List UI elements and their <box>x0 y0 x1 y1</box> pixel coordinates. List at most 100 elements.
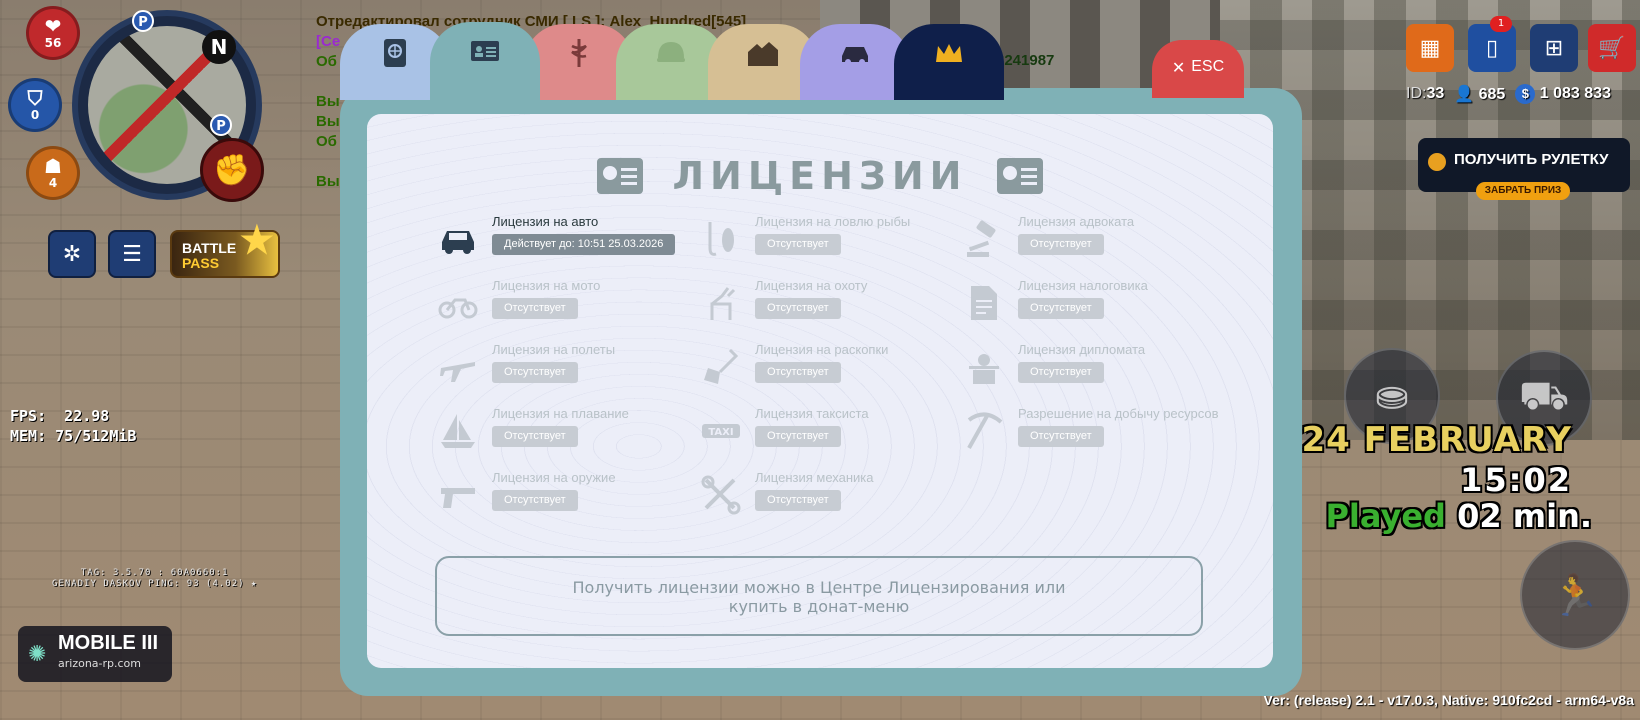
parking-marker-icon: P <box>132 10 154 32</box>
page-title: ЛИЦЕНЗИИ <box>672 154 968 198</box>
license-name: Лицензия на оружие <box>492 470 616 485</box>
parking-marker-icon: P <box>210 114 232 136</box>
license-status: Отсутствует <box>1018 234 1104 255</box>
battle-pass-button[interactable]: BATTLE PASS ★ <box>170 222 280 278</box>
license-status: Отсутствует <box>1018 362 1104 383</box>
car-icon <box>442 231 474 254</box>
license-item: Лицензия на оружие Отсутствует <box>437 470 687 520</box>
phone-button[interactable]: ▯ <box>1468 24 1516 72</box>
health-value: 56 <box>44 36 62 50</box>
compass-north-icon: N <box>202 30 236 64</box>
license-item: Лицензия дипломата Отсутствует <box>963 342 1213 392</box>
close-button[interactable]: ✕ ESC <box>1152 40 1244 98</box>
fishing-icon <box>708 222 734 256</box>
tasks-list-button[interactable]: ☰ <box>108 230 156 278</box>
license-item: TAXI Лицензия таксиста Отсутствует <box>700 406 950 456</box>
helmet-icon <box>657 42 685 62</box>
license-name: Лицензия на авто <box>492 214 599 229</box>
diplomat-icon <box>969 354 999 384</box>
info-line: Получить лицензии можно в Центре Лицензи… <box>572 578 1066 597</box>
roulette-label: ПОЛУЧИТЬ РУЛЕТКУ <box>1454 151 1609 168</box>
played-value: 02 min. <box>1457 497 1592 535</box>
mem-line: MEM: 75/512MiB <box>10 427 137 445</box>
license-name: Лицензия таксиста <box>755 406 869 421</box>
caduceus-icon <box>571 39 587 67</box>
document-icon <box>971 286 997 320</box>
money-icon: $ <box>1515 84 1536 104</box>
tab-licenses[interactable] <box>430 22 540 102</box>
license-item: Лицензия адвоката Отсутствует <box>963 214 1213 264</box>
license-status: Отсутствует <box>492 362 578 383</box>
license-name: Лицензия на охоту <box>755 278 868 293</box>
loading-cursor-button[interactable]: ✲ <box>48 230 96 278</box>
date-time-overlay: 24 FEBRUARY 15:02 <box>1301 420 1572 500</box>
license-status: Отсутствует <box>755 362 841 383</box>
armor-value: 0 <box>30 108 40 122</box>
license-status: Отсутствует <box>1018 298 1104 319</box>
health-indicator: ❤ 56 <box>26 6 80 60</box>
sprint-button[interactable]: 🏃 <box>1520 540 1630 650</box>
license-item: Лицензия на мото Отсутствует <box>437 278 687 328</box>
license-status: Отсутствует <box>755 298 841 319</box>
license-status: Отсутствует <box>755 426 841 447</box>
licenses-panel: ЛИЦЕНЗИИ Лицензия на авто Действует до: 1… <box>367 114 1273 668</box>
license-status: Отсутствует <box>1018 426 1104 447</box>
fist-weapon-icon[interactable]: ✊ <box>200 138 264 202</box>
license-status: Отсутствует <box>492 426 578 447</box>
license-item: Разрешение на добычу ресурсов Отсутствует <box>963 406 1219 456</box>
tools-icon <box>701 475 741 515</box>
hunger-indicator: ☗ 4 <box>26 146 80 200</box>
armor-indicator: ⛉ 0 <box>8 78 62 132</box>
motorcycle-icon <box>438 298 478 319</box>
svg-text:TAXI: TAXI <box>708 427 733 438</box>
tab-vip[interactable] <box>894 24 1004 100</box>
grid-icon: ▦ <box>1419 35 1441 61</box>
player-stats: ID:33 👤 685 $ 1 083 833 <box>1406 84 1611 104</box>
license-name: Лицензия на ловлю рыбы <box>755 214 911 229</box>
phone-icon: ▯ <box>1485 35 1499 61</box>
license-name: Лицензия дипломата <box>1018 342 1146 357</box>
fps-counter: FPS: 22.98 MEM: 75/512MiB <box>10 406 136 446</box>
license-status: Отсутствует <box>492 490 578 511</box>
deer-icon <box>710 287 736 320</box>
license-item: Лицензия налоговика Отсутствует <box>963 278 1213 328</box>
license-name: Лицензия на раскопки <box>755 342 889 357</box>
roulette-coin-icon <box>1428 153 1446 171</box>
houses-icon <box>748 42 778 66</box>
played-label: Played <box>1325 497 1446 535</box>
donate-shop-button[interactable]: 🛒 <box>1588 24 1636 72</box>
cursor-spinner-icon: ✲ <box>62 241 82 267</box>
server-name: MOBILE III <box>58 632 158 654</box>
license-item: Лицензия на ловлю рыбы Отсутствует <box>700 214 950 264</box>
license-item: Лицензия на раскопки Отсутствует <box>700 342 950 392</box>
time-label: 15:02 <box>1460 461 1572 499</box>
car-icon: ⛟ <box>1518 372 1570 419</box>
sailboat-icon <box>441 414 475 448</box>
id-card-icon <box>471 41 499 61</box>
pickaxe-icon <box>967 412 1003 449</box>
license-name: Лицензия на полеты <box>492 342 616 357</box>
passport-icon <box>384 39 406 67</box>
id-label: ID: <box>1406 85 1427 102</box>
shovel-icon <box>704 348 739 384</box>
info-notice: Получить лицензии можно в Центре Лицензи… <box>435 556 1203 636</box>
esc-label: ESC <box>1191 58 1225 75</box>
main-menu-button[interactable]: ▦ <box>1406 24 1454 72</box>
license-name: Разрешение на добычу ресурсов <box>1018 406 1219 421</box>
inventory-button[interactable]: ⊞ <box>1530 24 1578 72</box>
server-site: arizona-rp.com <box>58 657 141 670</box>
backpack-icon: ⊞ <box>1544 35 1564 61</box>
player-id: 33 <box>1426 85 1445 102</box>
claim-prize-badge[interactable]: ЗАБРАТЬ ПРИЗ <box>1476 182 1570 200</box>
played-time: Played 02 min. <box>1325 496 1592 536</box>
date-label: 24 FEBRUARY <box>1301 420 1572 460</box>
license-name: Лицензия на мото <box>492 278 601 293</box>
chat-phone-fragment: 3241987 <box>996 52 1055 69</box>
info-line: купить в донат-меню <box>728 597 910 616</box>
passengers-icon: ⛂ <box>1375 373 1409 419</box>
car-icon <box>842 47 868 65</box>
plane-icon <box>440 362 475 382</box>
get-roulette-button[interactable]: ПОЛУЧИТЬ РУЛЕТКУ ЗАБРАТЬ ПРИЗ <box>1418 138 1630 200</box>
fps-line: FPS: 22.98 <box>10 407 110 425</box>
taxi-icon: TAXI <box>702 424 740 438</box>
